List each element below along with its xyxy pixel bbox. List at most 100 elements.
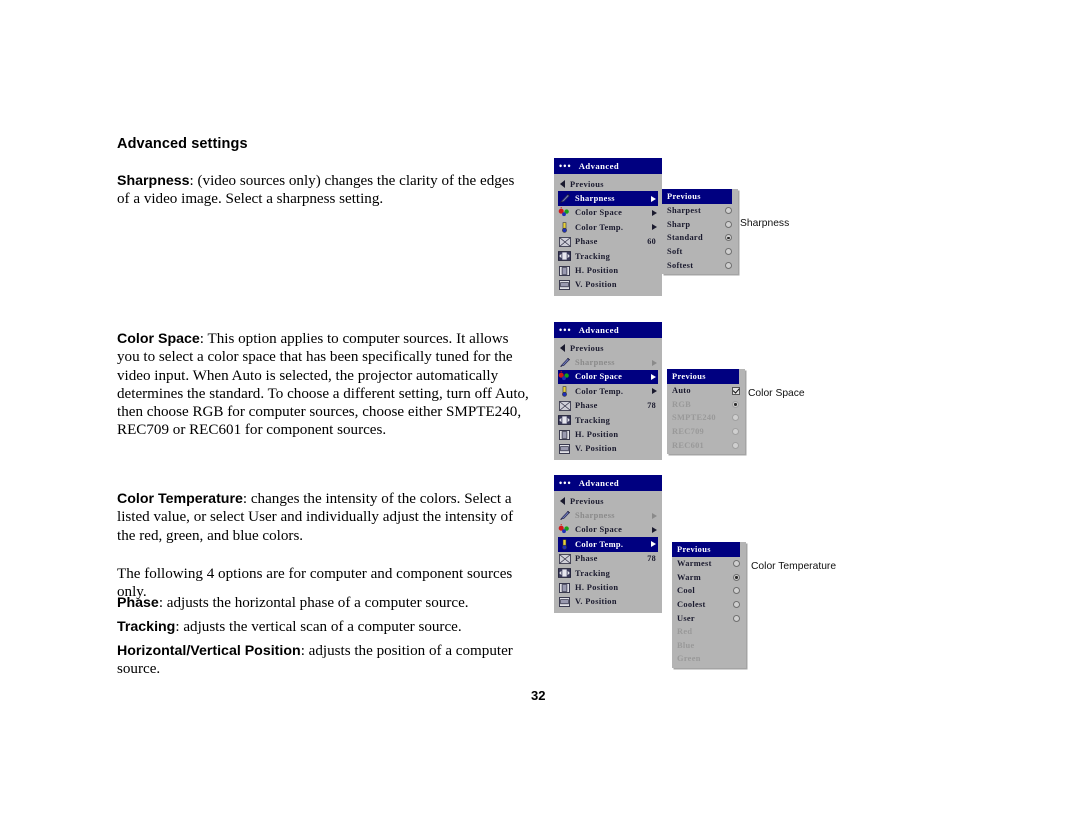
- submenu-option-red[interactable]: Red: [672, 625, 746, 639]
- menu-item-color-space[interactable]: Color Space: [554, 523, 662, 537]
- radio-button[interactable]: [733, 560, 740, 568]
- sharpness-menu[interactable]: ••• Advanced Previous Sharpness Color Space C…: [554, 158, 662, 297]
- menu-item-tracking[interactable]: Tracking: [554, 566, 662, 580]
- submenu-option-green[interactable]: Green: [672, 652, 746, 666]
- body-phase: : adjusts the horizontal phase of a comp…: [158, 595, 469, 611]
- menu-item-v-position[interactable]: V. Position: [554, 595, 662, 609]
- color-space-menu[interactable]: ••• Advanced Previous Sharpness Color Space C…: [554, 322, 662, 461]
- submenu-option-smpte240[interactable]: SMPTE240: [667, 411, 745, 425]
- color-temp-menu-submenu[interactable]: Previous Warmest Warm Cool Coolest User Red Blu…: [672, 542, 746, 668]
- menu-item-color-space[interactable]: Color Space: [558, 369, 658, 385]
- submenu-option-warm[interactable]: Warm: [672, 571, 746, 585]
- radio-button[interactable]: [732, 414, 739, 422]
- radio-button[interactable]: [733, 587, 740, 595]
- menu-item-sharpness[interactable]: Sharpness: [554, 508, 662, 522]
- h-position-icon: [558, 582, 571, 593]
- submenu-previous-item[interactable]: Previous: [662, 189, 732, 204]
- submenu-option-softest[interactable]: Softest: [662, 258, 738, 272]
- radio-button[interactable]: [732, 428, 739, 436]
- sharpness-icon: [558, 510, 571, 521]
- menu-item-label: Phase: [575, 401, 598, 411]
- submenu-option-auto[interactable]: Auto: [667, 384, 745, 398]
- tracking-icon: [558, 251, 571, 262]
- submenu-previous-item[interactable]: Previous: [667, 369, 739, 384]
- menu-item-tracking[interactable]: Tracking: [554, 249, 662, 263]
- menu-item-color-temp[interactable]: Color Temp.: [558, 537, 658, 552]
- radio-button[interactable]: [725, 220, 732, 228]
- menu-item-h-position[interactable]: H. Position: [554, 263, 662, 277]
- menu-item-label: Phase: [575, 554, 598, 564]
- menu-item-phase[interactable]: Phase 60: [554, 235, 662, 249]
- submenu-option-label: Cool: [677, 586, 695, 596]
- color-space-icon: [558, 207, 571, 218]
- menu-item-label: Color Temp.: [575, 539, 624, 549]
- submenu-option-rgb[interactable]: RGB: [667, 398, 745, 412]
- menu-item-sharpness[interactable]: Sharpness: [554, 355, 662, 369]
- submenu-option-label: REC709: [672, 427, 705, 437]
- submenu-option-sharp[interactable]: Sharp: [662, 218, 738, 232]
- menu-item-label: V. Position: [575, 280, 617, 290]
- submenu-option-coolest[interactable]: Coolest: [672, 598, 746, 612]
- sharpness-icon: [558, 357, 571, 368]
- radio-button-selected[interactable]: [725, 234, 732, 242]
- menu-item-value: 78: [647, 401, 656, 411]
- paragraph-color-temperature: Color Temperature: changes the intensity…: [117, 490, 529, 545]
- phase-icon: [558, 553, 571, 564]
- menu-item-h-position[interactable]: H. Position: [554, 427, 662, 441]
- menu-item-v-position[interactable]: V. Position: [554, 278, 662, 292]
- submenu-previous-item[interactable]: Previous: [672, 542, 740, 557]
- tracking-icon: [558, 568, 571, 579]
- radio-button[interactable]: [732, 441, 739, 449]
- submenu-option-sharpest[interactable]: Sharpest: [662, 204, 738, 218]
- menu-title-label: Advanced: [578, 325, 620, 335]
- submenu-option-label: Red: [677, 627, 693, 637]
- menu-item-previous[interactable]: Previous: [554, 494, 662, 508]
- paragraph-sharpness: Sharpness: (video sources only) changes …: [117, 172, 529, 209]
- radio-button[interactable]: [733, 614, 740, 622]
- chevron-right-icon: [652, 512, 657, 519]
- menu-item-sharpness[interactable]: Sharpness: [558, 191, 658, 206]
- submenu-option-rec709[interactable]: REC709: [667, 425, 745, 439]
- submenu-option-user[interactable]: User: [672, 611, 746, 625]
- radio-button[interactable]: [725, 261, 732, 269]
- tracking-icon: [558, 415, 571, 426]
- menu-item-tracking[interactable]: Tracking: [554, 413, 662, 427]
- menu-item-color-space[interactable]: Color Space: [554, 206, 662, 220]
- radio-button-selected[interactable]: [733, 573, 740, 581]
- menu-item-previous[interactable]: Previous: [554, 177, 662, 191]
- term-sharpness: Sharpness: [117, 173, 190, 189]
- submenu-option-cool[interactable]: Cool: [672, 584, 746, 598]
- submenu-option-blue[interactable]: Blue: [672, 639, 746, 653]
- menu-item-label: Sharpness: [575, 194, 615, 204]
- checkbox-checked[interactable]: [732, 386, 740, 395]
- color-space-icon: [558, 524, 571, 535]
- menu-item-phase[interactable]: Phase 78: [554, 552, 662, 566]
- submenu-option-label: Warmest: [677, 559, 712, 569]
- menu-item-previous[interactable]: Previous: [554, 341, 662, 355]
- menu-item-label: Sharpness: [575, 358, 615, 368]
- submenu-option-soft[interactable]: Soft: [662, 245, 738, 259]
- submenu-option-rec601[interactable]: REC601: [667, 438, 745, 452]
- menu-item-label: Color Space: [575, 525, 623, 535]
- menu-item-h-position[interactable]: H. Position: [554, 580, 662, 594]
- menu-item-color-temp[interactable]: Color Temp.: [554, 220, 662, 234]
- chevron-right-icon: [651, 195, 656, 202]
- menu-item-value: 60: [647, 237, 656, 247]
- submenu-option-warmest[interactable]: Warmest: [672, 557, 746, 571]
- radio-button[interactable]: [725, 248, 732, 256]
- color-temp-menu[interactable]: ••• Advanced Previous Sharpness Color Space C…: [554, 475, 662, 614]
- v-position-icon: [558, 596, 571, 607]
- menu-item-color-temp[interactable]: Color Temp.: [554, 384, 662, 398]
- radio-button[interactable]: [733, 601, 740, 609]
- chevron-right-icon: [652, 388, 657, 395]
- h-position-icon: [558, 429, 571, 440]
- sharpness-menu-submenu[interactable]: Previous Sharpest Sharp Standard Soft Softest: [662, 189, 738, 274]
- radio-button-selected[interactable]: [732, 400, 739, 408]
- radio-button[interactable]: [725, 207, 732, 215]
- color-space-menu-submenu[interactable]: Previous Auto RGB SMPTE240 REC709 REC601: [667, 369, 745, 454]
- menu-item-label: H. Position: [575, 583, 619, 593]
- menu-item-v-position[interactable]: V. Position: [554, 442, 662, 456]
- submenu-option-label: Sharp: [667, 219, 691, 229]
- submenu-option-standard[interactable]: Standard: [662, 231, 738, 245]
- menu-item-phase[interactable]: Phase 78: [554, 399, 662, 413]
